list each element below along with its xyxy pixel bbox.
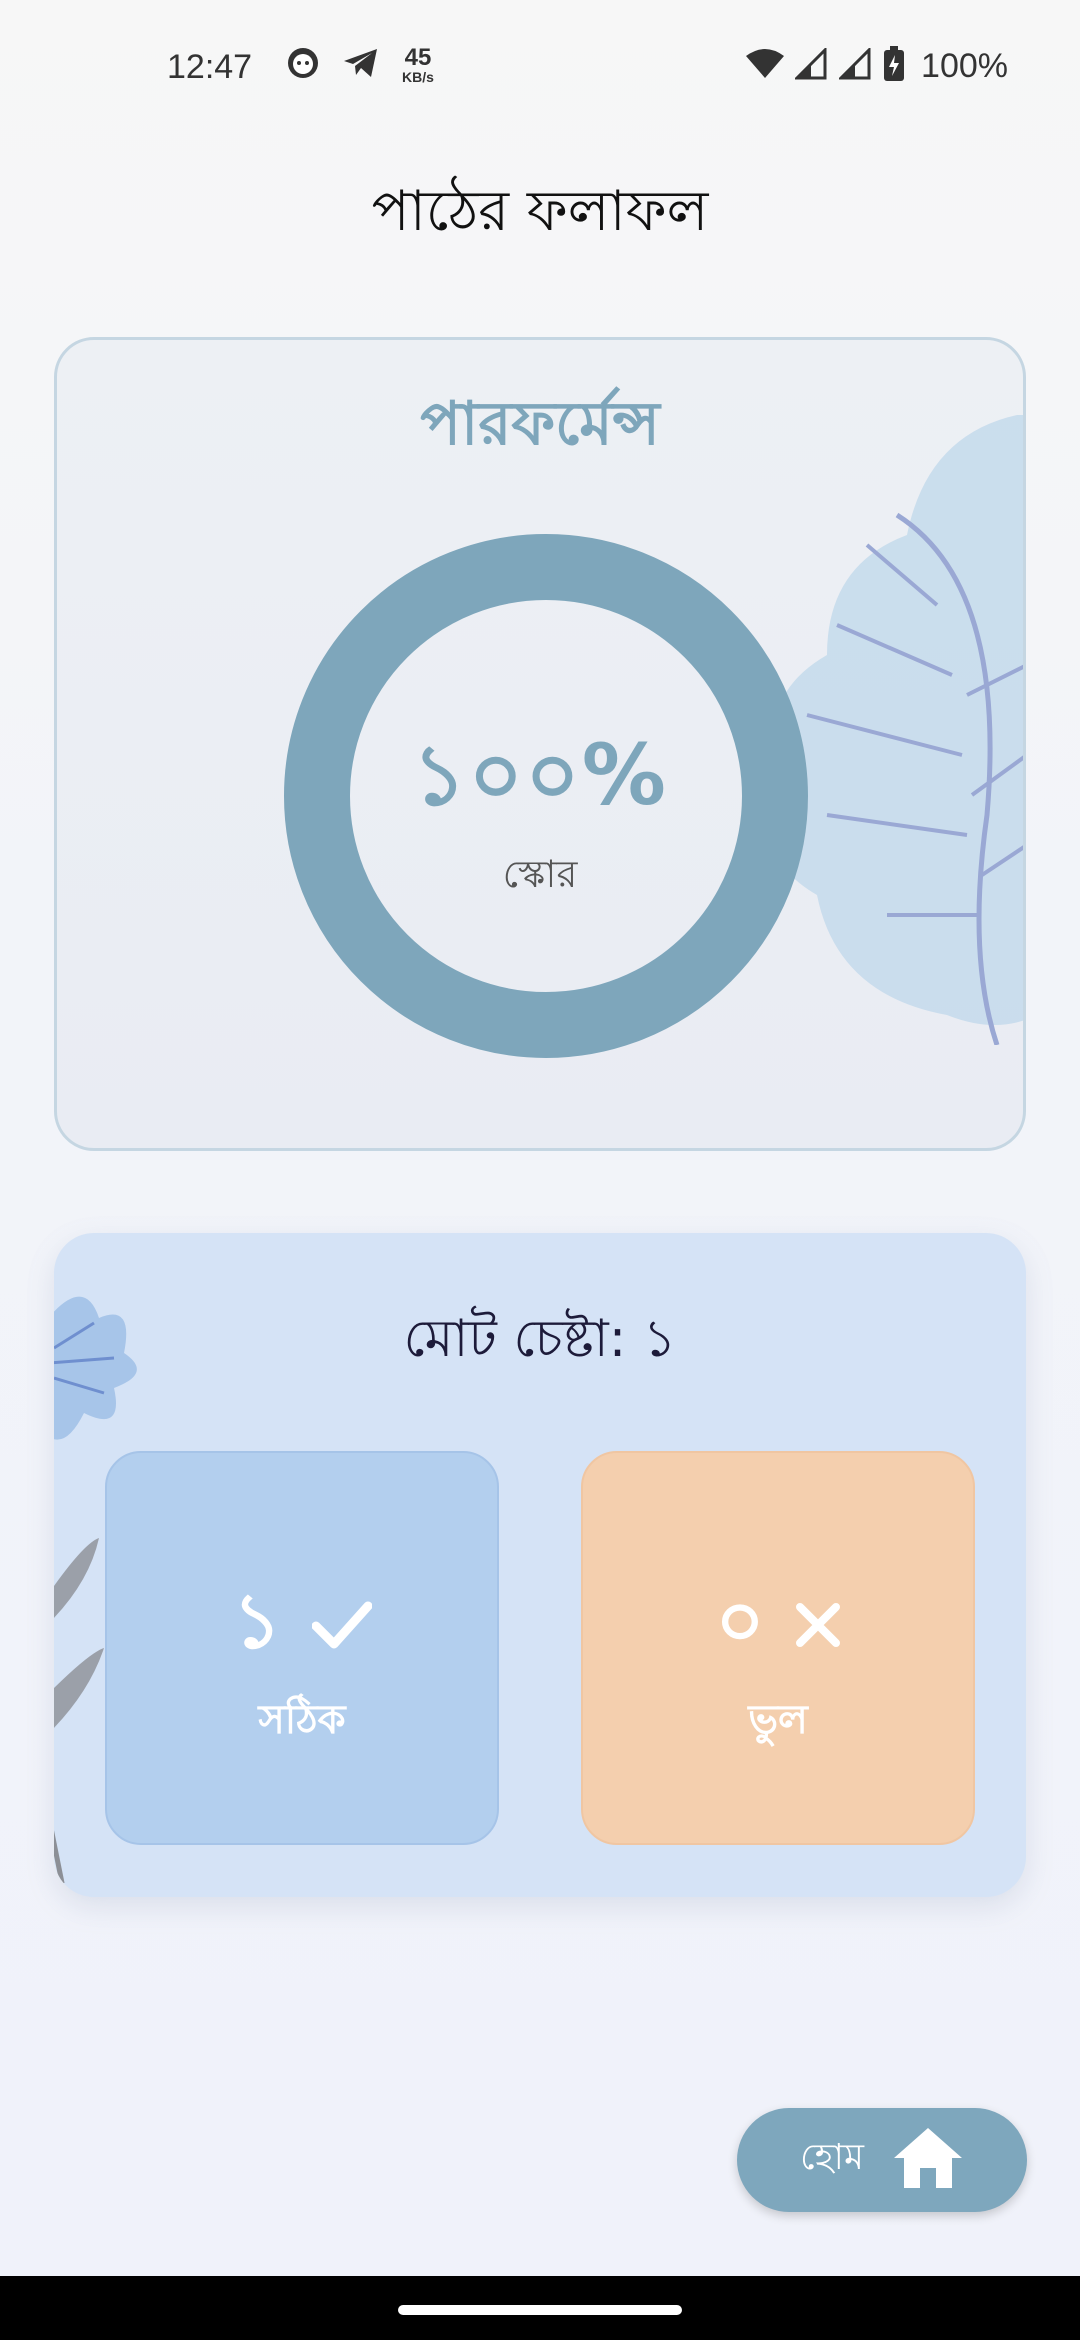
signal-icon (837, 46, 873, 84)
correct-count: ১ (232, 1576, 282, 1665)
page-title: পাঠের ফলাফল (371, 179, 709, 244)
correct-stat-box: ১ সঠিক (105, 1451, 499, 1845)
telegram-icon (342, 46, 380, 84)
home-gesture-handle[interactable] (398, 2305, 682, 2315)
home-icon (892, 2126, 964, 2194)
home-button[interactable]: হোম (737, 2108, 1027, 2212)
performance-card: পারফর্মেন্স ১০০% স্কোর (54, 337, 1026, 1151)
home-button-label: হোম (800, 2137, 864, 2178)
battery-charging-icon (883, 46, 905, 86)
correct-label: সঠিক (258, 1697, 346, 1743)
wrong-stat-box: ০ ভুল (581, 1451, 975, 1845)
score-value: ১০০% (412, 726, 668, 824)
score-label: স্কোর (502, 852, 578, 896)
wifi-icon (745, 48, 785, 84)
face-notification-icon (286, 46, 320, 84)
status-bar: 12:47 45 KB/s 100% (0, 0, 1080, 140)
signal-icon (793, 46, 829, 84)
status-right-icons: 100% (745, 46, 1008, 86)
attempts-card: মোট চেষ্টা: ১ ১ সঠিক ০ ভুল (54, 1233, 1026, 1897)
check-icon (311, 1600, 373, 1654)
total-attempts-title: মোট চেষ্টা: ১ (403, 1309, 677, 1369)
close-icon (795, 1602, 841, 1652)
performance-title: পারফর্মেন্স (420, 389, 660, 459)
battery-percent: 100% (921, 46, 1008, 85)
wrong-count: ০ (715, 1576, 765, 1665)
wrong-label: ভুল (748, 1697, 808, 1743)
network-speed: 45 KB/s (402, 44, 434, 85)
status-time: 12:47 (167, 48, 253, 86)
status-left-icons: 45 KB/s (286, 46, 434, 84)
